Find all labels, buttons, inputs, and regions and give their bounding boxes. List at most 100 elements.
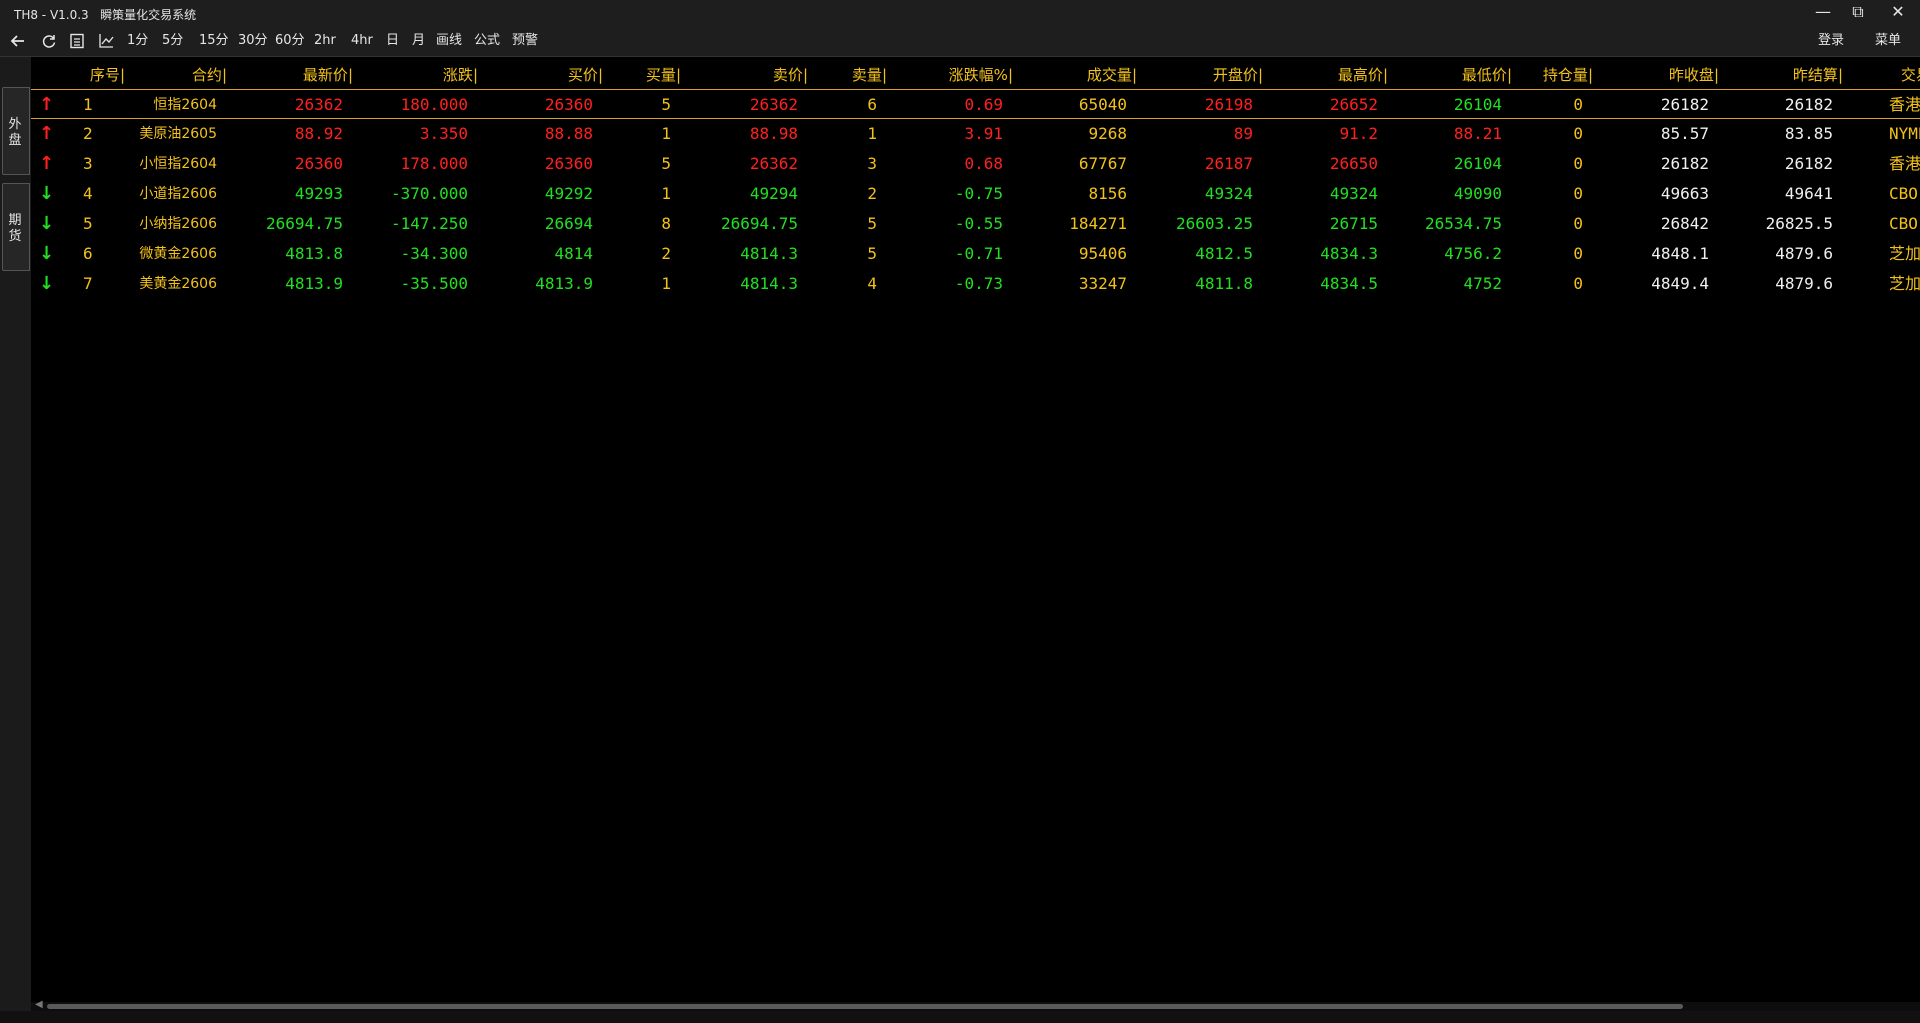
alert-button[interactable]: 预警 <box>512 32 538 50</box>
col-separator: | <box>347 66 353 84</box>
col-header-label: 昨收盘 <box>1668 66 1714 84</box>
cell-bid-volume: 1 <box>661 274 671 293</box>
table-row[interactable]: ↓ 4 小道指2606 49293 -370.000 49292 1 49294 2 -0.75 8… <box>31 179 1920 209</box>
col-header-open-interest[interactable]: 持仓量| <box>1523 64 1593 84</box>
interval-1min[interactable]: 1分 <box>127 32 148 50</box>
interval-15min[interactable]: 15分 <box>199 32 229 50</box>
col-header-label: 昨结算 <box>1792 66 1838 84</box>
col-header-label: 成交量 <box>1086 66 1132 84</box>
interval-5min[interactable]: 5分 <box>162 32 183 50</box>
cell-prev-close: 85.57 <box>1660 124 1709 143</box>
cell-prev-close: 26842 <box>1660 214 1709 233</box>
formula-button[interactable]: 公式 <box>474 32 500 50</box>
cell-ask-price: 26362 <box>749 95 798 114</box>
col-header-bid-volume[interactable]: 买量| <box>611 64 681 84</box>
col-header-open-price[interactable]: 开盘价| <box>1153 64 1263 84</box>
cell-ask-price: 26694.75 <box>720 214 798 233</box>
col-header-prev-close[interactable]: 昨收盘| <box>1609 64 1719 84</box>
cell-change-pct: -0.71 <box>954 244 1003 263</box>
line-chart-icon[interactable] <box>97 32 115 50</box>
col-header-low-price[interactable]: 最低价| <box>1402 64 1512 84</box>
col-header-high-price[interactable]: 最高价| <box>1278 64 1388 84</box>
col-separator: | <box>1713 66 1719 84</box>
minimize-button[interactable]: — <box>1805 0 1841 24</box>
cell-last-price: 4813.8 <box>285 244 343 263</box>
cell-open-interest: 0 <box>1573 124 1583 143</box>
interval-2hr[interactable]: 2hr <box>314 32 336 50</box>
col-header-ask-price[interactable]: 卖价| <box>698 64 808 84</box>
col-header-label: 开盘价 <box>1212 66 1258 84</box>
table-row[interactable]: ↓ 6 微黄金2606 4813.8 -34.300 4814 2 4814.3 5 -0.71 9… <box>31 239 1920 269</box>
login-button[interactable]: 登录 <box>1818 32 1844 50</box>
table-row[interactable]: ↓ 7 美黄金2606 4813.9 -35.500 4813.9 1 4814.3 4 -0.7… <box>31 269 1920 299</box>
col-header-label: 买量 <box>645 66 676 84</box>
tab-futures[interactable]: 期 货 <box>0 183 30 271</box>
cell-low-price: 26534.75 <box>1424 214 1502 233</box>
cell-open-interest: 0 <box>1573 274 1583 293</box>
close-button[interactable]: ✕ <box>1880 0 1916 24</box>
col-header-prev-settle[interactable]: 昨结算| <box>1733 64 1843 84</box>
scroll-left-icon[interactable]: ◀ <box>35 999 43 1010</box>
cell-low-price: 4752 <box>1463 274 1502 293</box>
table-row[interactable]: ↓ 5 小纳指2606 26694.75 -147.250 26694 8 26694.75 5… <box>31 209 1920 239</box>
col-header-label: 卖量 <box>851 66 882 84</box>
cell-last-price: 49293 <box>294 184 343 203</box>
col-separator: | <box>1837 66 1843 84</box>
table-header: 序号| 合约| 最新价| 涨跌| 买价| 买量| 卖价| 卖量| 涨跌幅%| 成交量| 开盘价| 最高… <box>31 57 1920 87</box>
cell-contract: 小恒指2604 <box>139 156 217 172</box>
cell-prev-close: 4848.1 <box>1651 244 1709 263</box>
horizontal-scrollbar[interactable]: ◀ <box>31 999 1920 1011</box>
cell-exchange: 芝加哥 <box>1889 274 1920 293</box>
interval-60min[interactable]: 60分 <box>275 32 305 50</box>
col-header-change-pct[interactable]: 涨跌幅%| <box>903 64 1013 84</box>
cell-volume: 33247 <box>1078 274 1127 293</box>
refresh-icon[interactable] <box>40 32 58 50</box>
menu-button[interactable]: 菜单 <box>1875 32 1901 50</box>
arrow-up-icon: ↑ <box>39 153 55 174</box>
cell-open-interest: 0 <box>1573 95 1583 114</box>
cell-last-price: 4813.9 <box>285 274 343 293</box>
col-separator: | <box>1506 66 1512 84</box>
cell-ask-volume: 4 <box>867 274 877 293</box>
col-header-ask-volume[interactable]: 卖量| <box>817 64 887 84</box>
cell-ask-price: 49294 <box>749 184 798 203</box>
col-header-label: 涨跌 <box>442 66 473 84</box>
table-row[interactable]: ↑ 1 恒指2604 26362 180.000 26360 5 26362 6 0.69 6504… <box>31 89 1920 119</box>
col-header-last-price[interactable]: 最新价| <box>243 64 353 84</box>
interval-month[interactable]: 月 <box>412 32 425 50</box>
interval-30min[interactable]: 30分 <box>238 32 268 50</box>
back-arrow-icon[interactable] <box>9 32 27 50</box>
cell-change-pct: 3.91 <box>964 124 1003 143</box>
cell-change: 3.350 <box>419 124 468 143</box>
cell-prev-settle: 26182 <box>1784 95 1833 114</box>
cell-low-price: 26104 <box>1453 154 1502 173</box>
col-header-label: 涨跌幅% <box>948 66 1008 84</box>
col-separator: | <box>1257 66 1263 84</box>
col-header-contract[interactable]: 合约| <box>127 64 227 84</box>
cell-prev-close: 26182 <box>1660 154 1709 173</box>
cell-prev-settle: 83.85 <box>1784 124 1833 143</box>
cell-change-pct: 0.69 <box>964 95 1003 114</box>
cell-ask-volume: 3 <box>867 154 877 173</box>
table-row[interactable]: ↑ 3 小恒指2604 26360 178.000 26360 5 26362 3 0.68 677… <box>31 149 1920 179</box>
cell-change-pct: -0.73 <box>954 274 1003 293</box>
col-header-volume[interactable]: 成交量| <box>1027 64 1137 84</box>
tab-foreign-market[interactable]: 外 盘 <box>0 87 30 175</box>
col-header-exchange[interactable]: 交易所| <box>1871 64 1920 84</box>
col-separator: | <box>802 66 808 84</box>
arrow-up-icon: ↑ <box>39 94 55 115</box>
draw-lines-button[interactable]: 画线 <box>436 32 462 50</box>
toolbar: 1分 5分 15分 30分 60分 2hr 4hr 日 月 画线 公式 预警 登… <box>0 27 1920 57</box>
cell-high-price: 26650 <box>1329 154 1378 173</box>
col-header-bid-price[interactable]: 买价| <box>493 64 603 84</box>
cell-open-interest: 0 <box>1573 214 1583 233</box>
list-icon[interactable] <box>68 32 86 50</box>
cell-open-price: 89 <box>1233 124 1253 143</box>
interval-4hr[interactable]: 4hr <box>351 32 373 50</box>
col-header-seq[interactable]: 序号| <box>65 64 125 84</box>
table-row[interactable]: ↑ 2 美原油2605 88.92 3.350 88.88 1 88.98 1 3.91 9268 8… <box>31 119 1920 149</box>
col-header-change[interactable]: 涨跌| <box>368 64 478 84</box>
maximize-button[interactable]: ⧉ <box>1840 0 1876 24</box>
interval-day[interactable]: 日 <box>386 32 399 50</box>
scrollbar-thumb[interactable] <box>47 1004 1683 1009</box>
